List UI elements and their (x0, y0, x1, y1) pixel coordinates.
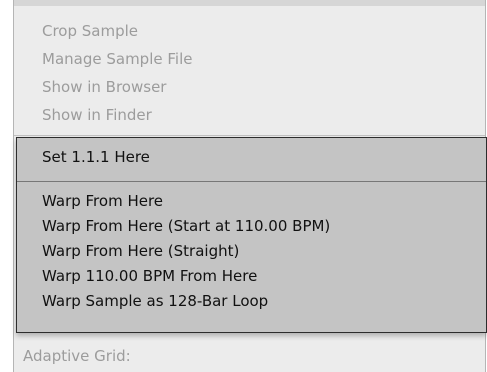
adaptive-grid-section: Adaptive Grid: (14, 345, 485, 367)
menu-item-warp-from-here-straight[interactable]: Warp From Here (Straight) (17, 239, 486, 264)
set-marker-group: Set 1.1.1 Here (17, 143, 486, 171)
warp-separator (17, 181, 486, 182)
adaptive-grid-label: Adaptive Grid: (23, 347, 131, 365)
menu-top-strip (14, 0, 485, 6)
menu-item-warp-from-here[interactable]: Warp From Here (17, 189, 486, 214)
warp-items-group: Warp From Here Warp From Here (Start at … (17, 189, 486, 314)
menu-item-show-in-finder: Show in Finder (42, 106, 152, 124)
menu-item-set-1-1-1-here[interactable]: Set 1.1.1 Here (17, 143, 486, 171)
file-items-group: Crop Sample Manage Sample File Show in B… (14, 17, 485, 129)
menu-item-warp-from-here-start-bpm[interactable]: Warp From Here (Start at 110.00 BPM) (17, 214, 486, 239)
menu-item-crop-sample: Crop Sample (42, 22, 139, 40)
menu-separator (14, 135, 485, 136)
context-menu: Crop Sample Manage Sample File Show in B… (13, 0, 487, 372)
menu-item-warp-bpm-from-here[interactable]: Warp 110.00 BPM From Here (17, 264, 486, 289)
menu-item-show-in-browser: Show in Browser (42, 78, 167, 96)
warp-options-panel: Set 1.1.1 Here Warp From Here Warp From … (16, 137, 487, 333)
menu-item-warp-sample-as-loop[interactable]: Warp Sample as 128-Bar Loop (17, 289, 486, 314)
menu-item-manage-sample-file: Manage Sample File (42, 50, 193, 68)
